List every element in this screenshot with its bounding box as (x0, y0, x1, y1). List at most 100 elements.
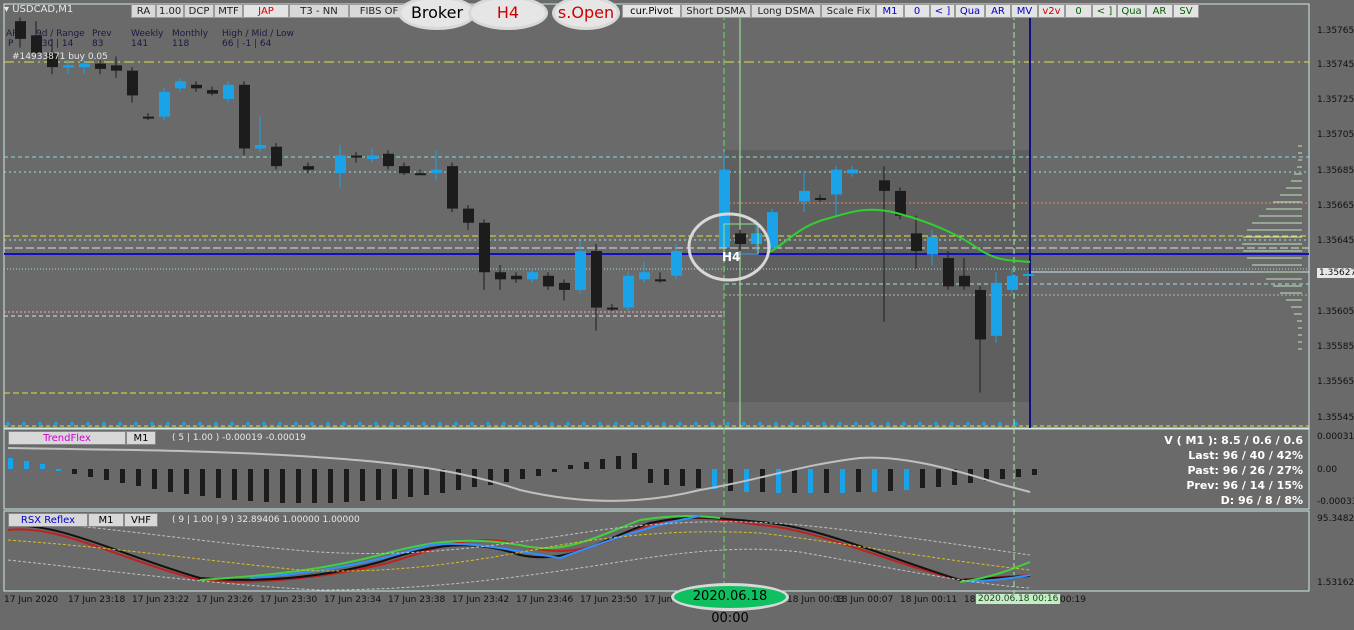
toolbar-button-qua-14[interactable]: Qua (955, 4, 985, 18)
toolbar-button-sv-22[interactable]: SV (1173, 4, 1199, 18)
time-cursor-oval[interactable]: 2020.06.18 00:00 (671, 583, 789, 626)
candle-body (351, 155, 362, 158)
symbol-text: USDCAD,M1 (12, 4, 74, 15)
volume-stat-5: D: 96 / 8 / 8% (1220, 494, 1303, 507)
trendflex-bar (1016, 469, 1021, 477)
trendflex-name[interactable]: TrendFlex (8, 431, 126, 445)
candle-body (559, 282, 570, 290)
trendflex-bar (136, 469, 141, 486)
time-axis-label: 17 Jun 23:34 (324, 595, 382, 605)
trendflex-axis-top: 0.00031 (1317, 432, 1354, 442)
trendflex-bar (616, 456, 621, 469)
candle-body (175, 81, 186, 89)
range-value: 130 | 14 (36, 39, 74, 49)
trendflex-bar (584, 462, 589, 469)
toolbar-button-m1-11[interactable]: M1 (876, 4, 904, 18)
price-axis-label: 1.35627 (1317, 268, 1354, 278)
volume-stat-1: V ( M1 ): 8.5 / 0.6 / 0.6 (1164, 434, 1303, 447)
toolbar-button-0-18[interactable]: 0 (1065, 4, 1092, 18)
monthly-header: Monthly (172, 29, 209, 39)
trendflex-bar (232, 469, 237, 500)
toolbar-button-long-dsma-9[interactable]: Long DSMA (751, 4, 821, 18)
trendflex-axis-mid: 0.00 (1317, 465, 1338, 475)
candle-body (655, 279, 666, 282)
trendflex-bar (728, 469, 733, 491)
candle-body (879, 180, 890, 191)
trendflex-bar (632, 453, 637, 469)
candle-body (799, 190, 810, 202)
trendflex-bar (56, 469, 61, 471)
trendflex-bar (808, 469, 813, 493)
toolbar-button-ar-21[interactable]: AR (1146, 4, 1173, 18)
trendflex-bar (904, 469, 909, 490)
volume-stat-3: Past: 96 / 26 / 27% (1187, 464, 1303, 477)
time-axis-label: 18 Jun 00:11 (900, 595, 958, 605)
candle-body (463, 208, 474, 223)
candle-body (335, 155, 346, 174)
trendflex-bar (168, 469, 173, 492)
candle-body (95, 63, 106, 69)
trendflex-bar (120, 469, 125, 483)
toolbar-button-dcp-2[interactable]: DCP (184, 4, 214, 18)
candle-body (399, 166, 410, 174)
trendflex-bar (712, 469, 717, 489)
trendflex-bar (392, 469, 397, 499)
candle-body (511, 275, 522, 280)
trendflex-bar (1032, 469, 1037, 475)
candle-body (751, 233, 762, 244)
toolbar-button-1-00-1[interactable]: 1.00 (156, 4, 184, 18)
toolbar-button-ar-15[interactable]: AR (985, 4, 1011, 18)
toolbar-button-short-dsma-8[interactable]: Short DSMA (681, 4, 751, 18)
toolbar-button-qua-20[interactable]: Qua (1117, 4, 1146, 18)
candle-body (255, 144, 266, 149)
toolbar-button-mv-16[interactable]: MV (1011, 4, 1038, 18)
ar-label: AR (6, 29, 19, 39)
toolbar-button-cur-pivot-7[interactable]: cur.Pivot (622, 4, 681, 18)
trendflex-bar (456, 469, 461, 490)
prev-value: 83 (92, 39, 104, 49)
trendflex-bar (104, 469, 109, 480)
candle-body (607, 307, 618, 310)
toolbar-button-v2v-17[interactable]: v2v (1038, 4, 1065, 18)
candle-body (847, 169, 858, 174)
toolbar-button-scale-fix-10[interactable]: Scale Fix (821, 4, 876, 18)
trendflex-bar (408, 469, 413, 497)
toolbar-button--19[interactable]: < ] (1092, 4, 1117, 18)
time-axis-label: 17 Jun 23:30 (260, 595, 318, 605)
time-axis-label: 17 Jun 23:22 (132, 595, 190, 605)
volume-stat-4: Prev: 96 / 14 / 15% (1186, 479, 1303, 492)
rsx-tf[interactable]: M1 (88, 513, 124, 527)
trendflex-bar (760, 469, 765, 492)
price-axis-label: 1.35725 (1317, 95, 1354, 105)
trendflex-bar (680, 469, 685, 486)
price-axis-label: 1.35685 (1317, 166, 1354, 176)
candle-body (911, 233, 922, 252)
trendflex-bar (8, 458, 13, 469)
toolbar-button--13[interactable]: < ] (930, 4, 955, 18)
p-label: P (8, 39, 14, 49)
toolbar-button-mtf-3[interactable]: MTF (214, 4, 243, 18)
candle-body (1007, 275, 1018, 290)
time-axis-label: 17 Jun 23:38 (388, 595, 446, 605)
trendflex-bar (840, 469, 845, 493)
order-line-label: #14933871 buy 0.05 (12, 52, 108, 62)
trendflex-bar (600, 459, 605, 469)
rsx-name[interactable]: RSX Reflex (8, 513, 88, 527)
monthly-value: 118 (172, 39, 190, 49)
toolbar-button-ra-0[interactable]: RA (131, 4, 156, 18)
price-axis-label: 1.35585 (1317, 342, 1354, 352)
candle-body (831, 169, 842, 195)
toolbar-button-t3-nn-5[interactable]: T3 - NN (289, 4, 349, 18)
price-axis-label: 1.35645 (1317, 236, 1354, 246)
hml-value: 66 | -1 | 64 (222, 39, 272, 49)
candle-body (527, 272, 538, 280)
trendflex-tf[interactable]: M1 (126, 431, 156, 445)
time-cursor-label: 2020.06.18 00:16 (976, 594, 1061, 604)
rsx-extra[interactable]: VHF (124, 513, 158, 527)
time-axis-label: 17 Jun 23:42 (452, 595, 510, 605)
candle-body (271, 146, 282, 167)
trendflex-bar (440, 469, 445, 493)
time-axis-label: 18 (964, 595, 976, 605)
toolbar-button-jap-4[interactable]: JAP (243, 4, 289, 18)
toolbar-button-0-12[interactable]: 0 (904, 4, 930, 18)
